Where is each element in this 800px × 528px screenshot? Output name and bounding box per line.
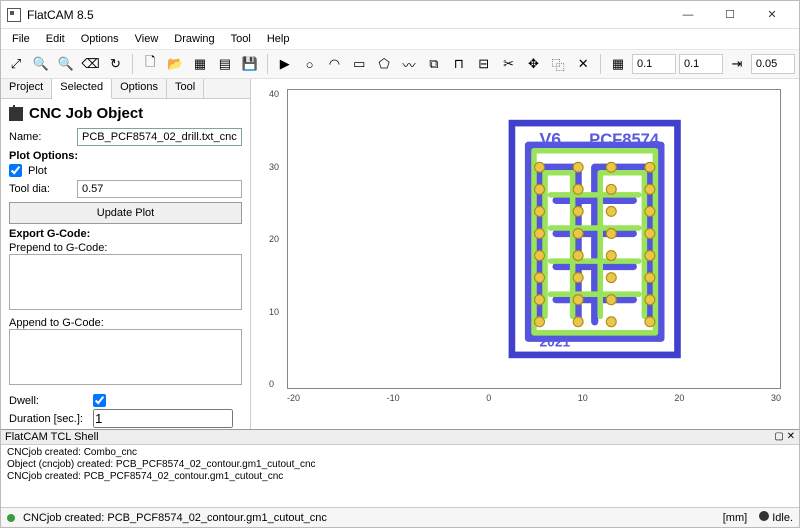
new-icon[interactable]: 🗋 [139,53,161,75]
maximize-button[interactable]: ☐ [709,3,751,27]
zoom-in-icon[interactable]: 🔍 [30,53,52,75]
menu-file[interactable]: File [5,31,37,47]
prepend-textarea[interactable] [9,254,242,310]
idle-icon [759,511,769,521]
poly-icon[interactable]: ⬠ [373,53,395,75]
tab-project[interactable]: Project [1,79,52,98]
export-gcode-title: Export G-Code: [9,228,242,240]
append-textarea[interactable] [9,329,242,385]
status-idle: Idle. [772,512,793,524]
menu-bar: File Edit Options View Drawing Tool Help [1,29,799,49]
cncjob-icon [9,107,23,121]
toolbar: ⤢ 🔍 🔍 ⌫ ↻ 🗋 📂 ▦ ▤ 💾 ▶ ○ ◠ ▭ ⬠ 〰 ⧉ ⊓ ⊟ ✂ … [1,49,799,79]
shell-controls[interactable]: ▢ ✕ [774,431,795,443]
app-logo-icon [7,8,21,22]
replot-icon[interactable]: ↻ [105,53,127,75]
status-units: [mm] [723,512,747,524]
name-label: Name: [9,131,71,143]
grid-y-input[interactable] [679,54,723,74]
circle-icon[interactable]: ○ [299,53,321,75]
silk-bot: 2021 [540,335,571,350]
status-bar: CNCjob created: PCB_PCF8574_02_contour.g… [1,507,799,527]
copy-icon[interactable]: ⿻ [547,53,569,75]
rect-icon[interactable]: ▭ [348,53,370,75]
duration-label: Duration [sec.]: [9,413,83,425]
draw-dim-icon[interactable]: ⇥ [726,53,748,75]
open-icon[interactable]: 📂 [164,53,186,75]
x-axis: -20-100102030 [287,393,781,403]
append-label: Append to G-Code: [9,317,242,329]
shell-output[interactable]: CNCjob created: Combo_cnc Object (cncjob… [1,445,799,507]
menu-edit[interactable]: Edit [39,31,72,47]
draw-dim-input[interactable] [751,54,795,74]
status-dot-icon [7,514,15,522]
menu-tool[interactable]: Tool [224,31,258,47]
delete-icon[interactable]: ✕ [572,53,594,75]
side-tabs: Project Selected Options Tool [1,79,250,99]
move-icon[interactable]: ✥ [523,53,545,75]
tab-options[interactable]: Options [112,79,167,98]
prepend-label: Prepend to G-Code: [9,242,242,254]
cut-icon[interactable]: ✂ [498,53,520,75]
menu-view[interactable]: View [128,31,166,47]
intersect-icon[interactable]: ⊓ [448,53,470,75]
clear-plot-icon[interactable]: ⌫ [80,53,102,75]
tooldia-input[interactable] [77,180,242,198]
dwell-checkbox[interactable] [93,394,106,407]
zoom-out-icon[interactable]: 🔍 [55,53,77,75]
zoom-fit-icon[interactable]: ⤢ [5,53,27,75]
grid2-icon[interactable]: ▤ [214,53,236,75]
path-icon[interactable]: 〰 [398,53,420,75]
menu-drawing[interactable]: Drawing [167,31,221,47]
tab-selected[interactable]: Selected [52,79,112,99]
update-plot-button[interactable]: Update Plot [9,202,242,224]
plot-checkbox-label: Plot [28,165,47,177]
grid1-icon[interactable]: ▦ [189,53,211,75]
grid-toggle-icon[interactable]: ▦ [607,53,629,75]
object-heading: CNC Job Object [29,105,143,122]
subtract-icon[interactable]: ⊟ [473,53,495,75]
select-icon[interactable]: ▶ [274,53,296,75]
save-icon[interactable]: 💾 [239,53,261,75]
name-input[interactable] [77,128,242,146]
silk-top2: PCF8574 [589,130,660,149]
union-icon[interactable]: ⧉ [423,53,445,75]
silk-top1: V6 [540,129,562,149]
grid-x-input[interactable] [632,54,676,74]
minimize-button[interactable]: — [667,3,709,27]
duration-input[interactable] [93,409,233,428]
tcl-shell: FlatCAM TCL Shell ▢ ✕ CNCjob created: Co… [1,429,799,507]
window-title: FlatCAM 8.5 [27,8,667,22]
close-button[interactable]: ✕ [751,3,793,27]
tab-tool[interactable]: Tool [167,79,204,98]
plot-canvas[interactable]: V6 PCF8574 2021 010203040 -20-100102030 [251,79,799,429]
tooldia-label: Tool dia: [9,183,71,195]
plot-checkbox[interactable] [9,164,22,177]
y-axis: 010203040 [269,89,279,389]
dwell-label: Dwell: [9,395,83,407]
plot-options-title: Plot Options: [9,150,242,162]
shell-title: FlatCAM TCL Shell [5,431,99,443]
menu-help[interactable]: Help [260,31,297,47]
menu-options[interactable]: Options [74,31,126,47]
title-bar: FlatCAM 8.5 — ☐ ✕ [1,1,799,29]
arc-icon[interactable]: ◠ [324,53,346,75]
status-message: CNCjob created: PCB_PCF8574_02_contour.g… [23,512,327,524]
